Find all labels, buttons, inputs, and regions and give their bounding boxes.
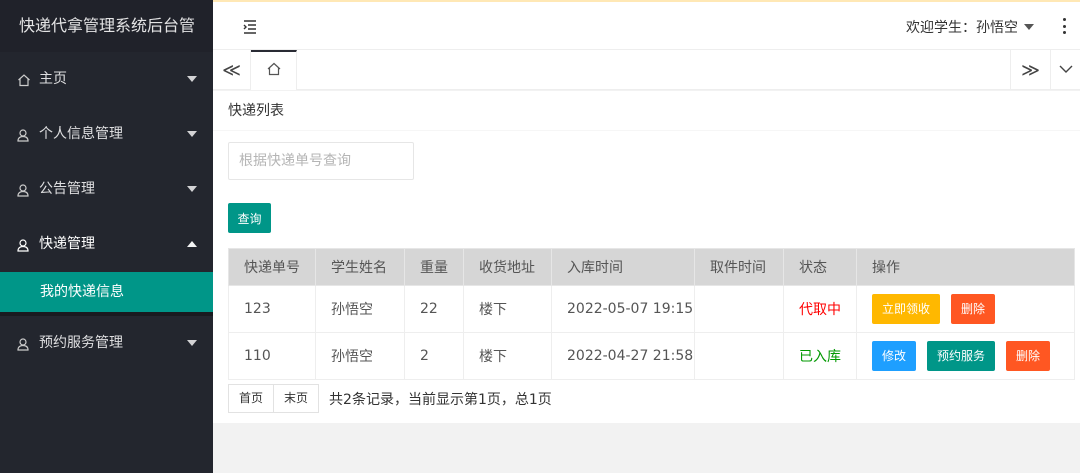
cell-actions: 立即领收 删除 xyxy=(856,285,1075,333)
menu-collapse-icon[interactable] xyxy=(241,19,259,35)
cell-weight: 2 xyxy=(404,332,464,380)
app-title: 快递代拿管理系统后台管 xyxy=(0,0,213,52)
sidebar-item-express[interactable]: 快递管理 xyxy=(0,217,213,272)
column-header: 收货地址 xyxy=(463,248,552,286)
sidebar-item-label: 预约服务管理 xyxy=(39,335,123,351)
chevron-down-icon xyxy=(187,186,197,192)
more-vertical-icon[interactable] xyxy=(1062,18,1066,34)
chevron-down-icon xyxy=(187,76,197,82)
express-table: 快递单号 学生姓名 重量 收货地址 入库时间 取件时间 状态 操作 123 孙悟… xyxy=(228,248,1075,380)
delete-button[interactable]: 删除 xyxy=(1006,341,1051,371)
column-header: 入库时间 xyxy=(551,248,695,286)
cell-pick-time xyxy=(694,332,784,380)
user-icon xyxy=(17,128,31,142)
tab-bar: ≪ ≫ xyxy=(213,50,1080,90)
column-header: 重量 xyxy=(404,248,464,286)
user-icon xyxy=(17,183,31,197)
search-button[interactable]: 查询 xyxy=(228,203,271,233)
column-header: 状态 xyxy=(783,248,857,286)
table-header-row: 快递单号 学生姓名 重量 收货地址 入库时间 取件时间 状态 操作 xyxy=(228,248,1075,286)
sidebar-item-booking[interactable]: 预约服务管理 xyxy=(0,316,213,371)
pagination-info: 共2条记录，当前显示第1页，总1页 xyxy=(329,391,552,408)
sidebar: 快递代拿管理系统后台管 主页 个人信息管理 公告管理 快递管理 我的快递信息 预… xyxy=(0,0,213,473)
edit-button[interactable]: 修改 xyxy=(872,341,917,371)
sidebar-item-label: 主页 xyxy=(39,71,67,87)
receive-button[interactable]: 立即领收 xyxy=(872,294,941,324)
cell-student-name: 孙悟空 xyxy=(315,285,405,333)
cell-address: 楼下 xyxy=(463,285,552,333)
cell-pick-time xyxy=(694,285,784,333)
chevron-down-icon xyxy=(187,340,197,346)
column-header: 操作 xyxy=(856,248,1075,286)
tab-home[interactable] xyxy=(251,50,297,90)
cell-address: 楼下 xyxy=(463,332,552,380)
cell-express-no: 123 xyxy=(228,285,316,333)
main-content: 快递列表 查询 快递单号 学生姓名 重量 收货地址 入库时间 取件时间 状态 操… xyxy=(213,91,1080,423)
book-service-button[interactable]: 预约服务 xyxy=(927,341,996,371)
pagination: 首页 末页 共2条记录，当前显示第1页，总1页 xyxy=(228,384,552,413)
sidebar-item-label: 公告管理 xyxy=(39,181,95,197)
sidebar-subitem-my-express[interactable]: 我的快递信息 xyxy=(0,272,213,312)
home-icon xyxy=(17,73,31,87)
sidebar-item-profile[interactable]: 个人信息管理 xyxy=(0,107,213,162)
chevron-up-icon xyxy=(187,241,197,247)
submenu: 我的快递信息 xyxy=(0,272,213,316)
table-row: 123 孙悟空 22 楼下 2022-05-07 19:15 代取中 立即领收删… xyxy=(228,285,1075,333)
user-icon xyxy=(17,238,31,252)
column-header: 快递单号 xyxy=(228,248,316,286)
page-title: 快递列表 xyxy=(213,91,1080,131)
first-page-button[interactable]: 首页 xyxy=(228,384,275,413)
home-icon xyxy=(266,61,282,81)
sidebar-item-label: 个人信息管理 xyxy=(39,126,123,142)
cell-actions: 修改 预约服务 删除 xyxy=(856,332,1075,380)
top-header: 欢迎学生：孙悟空 xyxy=(213,0,1080,50)
delete-button[interactable]: 删除 xyxy=(951,294,996,324)
last-page-button[interactable]: 末页 xyxy=(274,384,320,413)
tab-options-button[interactable] xyxy=(1050,50,1080,90)
user-icon xyxy=(17,337,31,351)
search-input[interactable] xyxy=(228,142,414,180)
chevron-down-icon xyxy=(1059,62,1073,78)
column-header: 学生姓名 xyxy=(315,248,405,286)
tab-scroll-left-button[interactable]: ≪ xyxy=(213,50,251,90)
chevron-down-icon xyxy=(187,131,197,137)
cell-status: 代取中 xyxy=(783,285,857,333)
welcome-text: 欢迎学生：孙悟空 xyxy=(906,20,1018,36)
cell-status: 已入库 xyxy=(783,332,857,380)
user-menu[interactable]: 欢迎学生：孙悟空 xyxy=(906,17,1034,37)
sidebar-item-home[interactable]: 主页 xyxy=(0,52,213,107)
tab-scroll-right-button[interactable]: ≫ xyxy=(1010,50,1050,90)
column-header: 取件时间 xyxy=(694,248,784,286)
sidebar-item-notice[interactable]: 公告管理 xyxy=(0,162,213,217)
table-row: 110 孙悟空 2 楼下 2022-04-27 21:58 已入库 修改 预约服务… xyxy=(228,332,1075,380)
sidebar-item-label: 快递管理 xyxy=(39,236,95,252)
cell-express-no: 110 xyxy=(228,332,316,380)
caret-down-icon xyxy=(1024,24,1034,30)
cell-in-time: 2022-05-07 19:15 xyxy=(551,285,695,333)
cell-weight: 22 xyxy=(404,285,464,333)
cell-student-name: 孙悟空 xyxy=(315,332,405,380)
cell-in-time: 2022-04-27 21:58 xyxy=(551,332,695,380)
